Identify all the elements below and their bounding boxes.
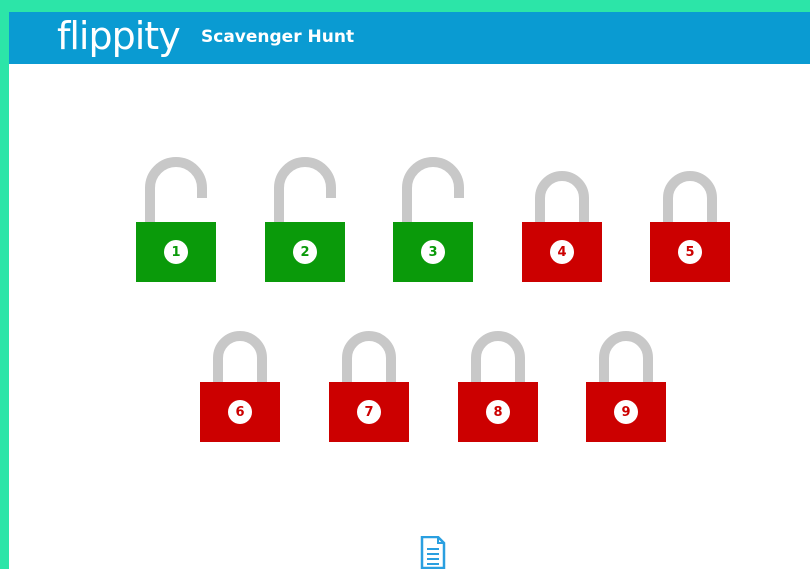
app-header: flippity Scavenger Hunt bbox=[9, 12, 810, 64]
lock-number-badge: 2 bbox=[293, 240, 317, 264]
lock-body: 5 bbox=[650, 222, 730, 282]
lock-body: 7 bbox=[329, 382, 409, 442]
page-frame: flippity Scavenger Hunt 1 2 3 4 5 6 7 8 9 bbox=[0, 0, 810, 569]
lock-2[interactable]: 2 bbox=[265, 154, 345, 284]
document-icon[interactable] bbox=[419, 536, 447, 569]
lock-body: 6 bbox=[200, 382, 280, 442]
lock-7[interactable]: 7 bbox=[329, 314, 409, 444]
lock-1[interactable]: 1 bbox=[136, 154, 216, 284]
lock-number-badge: 5 bbox=[678, 240, 702, 264]
lock-body: 8 bbox=[458, 382, 538, 442]
lock-9[interactable]: 9 bbox=[586, 314, 666, 444]
lock-body: 1 bbox=[136, 222, 216, 282]
flippity-logo[interactable]: flippity bbox=[57, 14, 181, 58]
lock-5[interactable]: 5 bbox=[650, 154, 730, 284]
lock-number-badge: 8 bbox=[486, 400, 510, 424]
lock-3[interactable]: 3 bbox=[393, 154, 473, 284]
lock-number-badge: 7 bbox=[357, 400, 381, 424]
lock-body: 9 bbox=[586, 382, 666, 442]
lock-number-badge: 9 bbox=[614, 400, 638, 424]
lock-body: 2 bbox=[265, 222, 345, 282]
lock-6[interactable]: 6 bbox=[200, 314, 280, 444]
lock-8[interactable]: 8 bbox=[458, 314, 538, 444]
lock-body: 4 bbox=[522, 222, 602, 282]
lock-number-badge: 4 bbox=[550, 240, 574, 264]
lock-number-badge: 3 bbox=[421, 240, 445, 264]
page-title: Scavenger Hunt bbox=[201, 27, 355, 47]
lock-body: 3 bbox=[393, 222, 473, 282]
lock-grid: 1 2 3 4 5 6 7 8 9 bbox=[9, 64, 810, 569]
lock-number-badge: 6 bbox=[228, 400, 252, 424]
lock-number-badge: 1 bbox=[164, 240, 188, 264]
lock-4[interactable]: 4 bbox=[522, 154, 602, 284]
